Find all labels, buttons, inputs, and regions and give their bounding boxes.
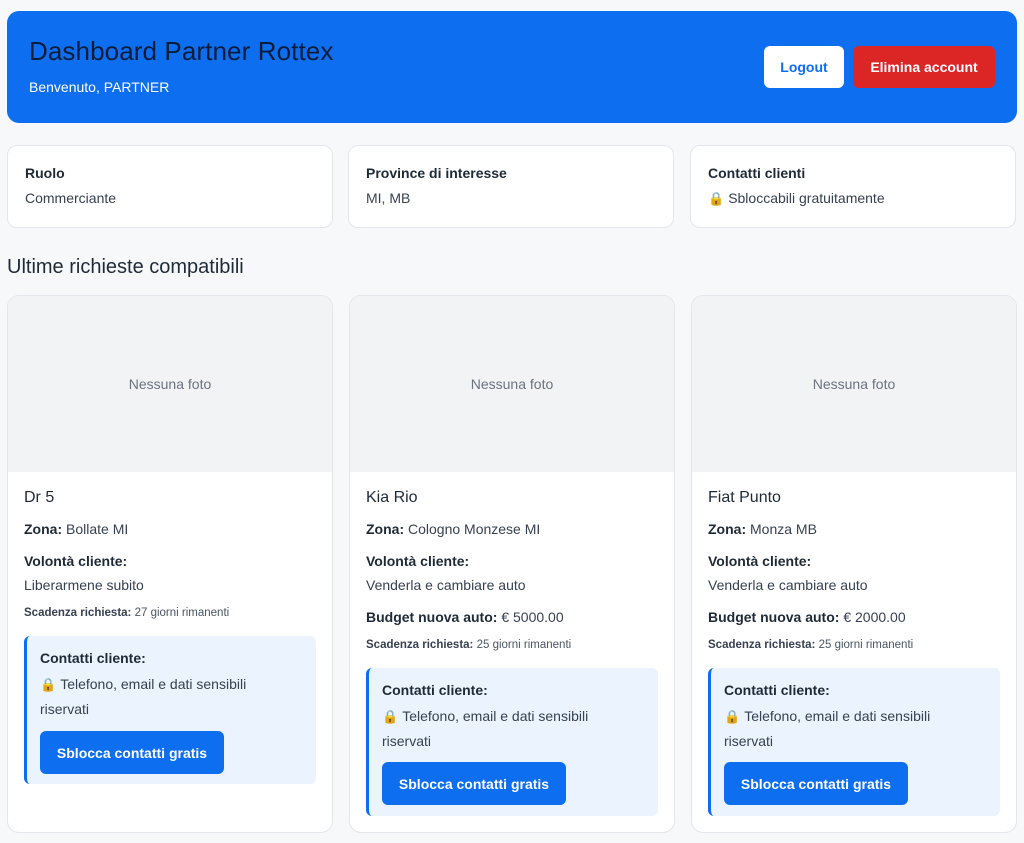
car-name: Fiat Punto: [708, 489, 781, 506]
info-card-ruolo: Ruolo Commerciante: [7, 145, 333, 228]
volonta-field: Volontà cliente: Liberarmene subito: [24, 549, 144, 597]
zona-value: Monza MB: [750, 521, 817, 537]
zona-label: Zona:: [708, 521, 747, 537]
unlock-contacts-button[interactable]: Sblocca contatti gratis: [40, 731, 224, 774]
budget-label: Budget nuova auto:: [708, 609, 840, 625]
info-value: MI, MB: [366, 190, 411, 206]
budget-field: Budget nuova auto: € 5000.00: [366, 605, 564, 629]
lock-icon: 🔒: [724, 709, 741, 724]
zona-field: Zona: Bollate MI: [24, 517, 128, 541]
info-card-contatti: Contatti clienti 🔒 Sbloccabili gratuitame…: [690, 145, 1016, 228]
info-value: Commerciante: [25, 190, 117, 206]
car-name: Kia Rio: [366, 489, 418, 506]
volonta-label: Volontà cliente:: [24, 553, 128, 569]
contact-box: Contatti cliente: 🔒 Telefono, email e dat…: [366, 668, 658, 816]
zona-field: Zona: Cologno Monzese MI: [366, 517, 540, 541]
car-name: Dr 5: [24, 489, 55, 506]
delete-account-button[interactable]: Elimina account: [853, 46, 995, 88]
deadline-label: Scadenza richiesta:: [24, 607, 132, 619]
logout-button[interactable]: Logout: [764, 46, 844, 88]
deadline: Scadenza richiesta: 27 giorni rimanenti: [24, 607, 229, 619]
info-label: Ruolo: [25, 165, 65, 181]
contact-text-wrap: 🔒 Telefono, email e dati sensibili riserv…: [382, 704, 612, 753]
lock-icon: 🔒: [40, 677, 57, 692]
info-card-province: Province di interesse MI, MB: [348, 145, 674, 228]
deadline: Scadenza richiesta: 25 giorni rimanenti: [366, 639, 571, 651]
deadline-value: 25 giorni rimanenti: [818, 639, 914, 651]
unlock-contacts-button[interactable]: Sblocca contatti gratis: [724, 762, 908, 805]
contact-box: Contatti cliente: 🔒 Telefono, email e dat…: [708, 668, 1000, 816]
unlock-contacts-button[interactable]: Sblocca contatti gratis: [382, 762, 566, 805]
volonta-value: Venderla e cambiare auto: [708, 577, 868, 593]
contact-box: Contatti cliente: 🔒 Telefono, email e dat…: [24, 636, 316, 784]
contact-title: Contatti cliente:: [724, 682, 830, 698]
photo-placeholder: Nessuna foto: [692, 296, 1016, 472]
deadline-label: Scadenza richiesta:: [366, 639, 474, 651]
budget-value: € 2000.00: [843, 609, 906, 625]
volonta-field: Volontà cliente: Venderla e cambiare aut…: [366, 549, 526, 597]
section-title: Ultime richieste compatibili: [7, 256, 244, 278]
volonta-field: Volontà cliente: Venderla e cambiare aut…: [708, 549, 868, 597]
info-value: Sbloccabili gratuitamente: [728, 190, 885, 206]
budget-value: € 5000.00: [501, 609, 564, 625]
volonta-label: Volontà cliente:: [366, 553, 470, 569]
lock-icon: 🔒: [382, 709, 399, 724]
zona-field: Zona: Monza MB: [708, 517, 817, 541]
request-card: Nessuna foto Fiat Punto Zona: Monza MB V…: [691, 295, 1017, 833]
welcome-text: Benvenuto, PARTNER: [29, 79, 170, 95]
zona-label: Zona:: [24, 521, 63, 537]
deadline-label: Scadenza richiesta:: [708, 639, 816, 651]
volonta-value: Liberarmene subito: [24, 577, 144, 593]
photo-placeholder: Nessuna foto: [350, 296, 674, 472]
deadline: Scadenza richiesta: 25 giorni rimanenti: [708, 639, 913, 651]
lock-icon: 🔒: [708, 191, 725, 206]
info-value-wrap: 🔒 Sbloccabili gratuitamente: [708, 190, 885, 207]
info-label: Contatti clienti: [708, 165, 806, 181]
volonta-label: Volontà cliente:: [708, 553, 812, 569]
page-title: Dashboard Partner Rottex: [29, 36, 334, 66]
volonta-value: Venderla e cambiare auto: [366, 577, 526, 593]
zona-value: Bollate MI: [66, 521, 129, 537]
zona-value: Cologno Monzese MI: [408, 521, 541, 537]
zona-label: Zona:: [366, 521, 405, 537]
contact-text: Telefono, email e dati sensibili riserva…: [40, 676, 247, 717]
request-card: Nessuna foto Kia Rio Zona: Cologno Monze…: [349, 295, 675, 833]
deadline-value: 25 giorni rimanenti: [476, 639, 572, 651]
budget-label: Budget nuova auto:: [366, 609, 498, 625]
contact-text-wrap: 🔒 Telefono, email e dati sensibili riserv…: [40, 672, 270, 721]
contact-title: Contatti cliente:: [40, 650, 146, 666]
request-card: Nessuna foto Dr 5 Zona: Bollate MI Volon…: [7, 295, 333, 833]
photo-placeholder: Nessuna foto: [8, 296, 332, 472]
contact-text-wrap: 🔒 Telefono, email e dati sensibili riserv…: [724, 704, 954, 753]
info-label: Province di interesse: [366, 165, 507, 181]
deadline-value: 27 giorni rimanenti: [134, 607, 230, 619]
budget-field: Budget nuova auto: € 2000.00: [708, 605, 906, 629]
dashboard-header: Dashboard Partner Rottex Benvenuto, PART…: [7, 11, 1017, 123]
contact-text: Telefono, email e dati sensibili riserva…: [724, 708, 931, 749]
contact-text: Telefono, email e dati sensibili riserva…: [382, 708, 589, 749]
contact-title: Contatti cliente:: [382, 682, 488, 698]
